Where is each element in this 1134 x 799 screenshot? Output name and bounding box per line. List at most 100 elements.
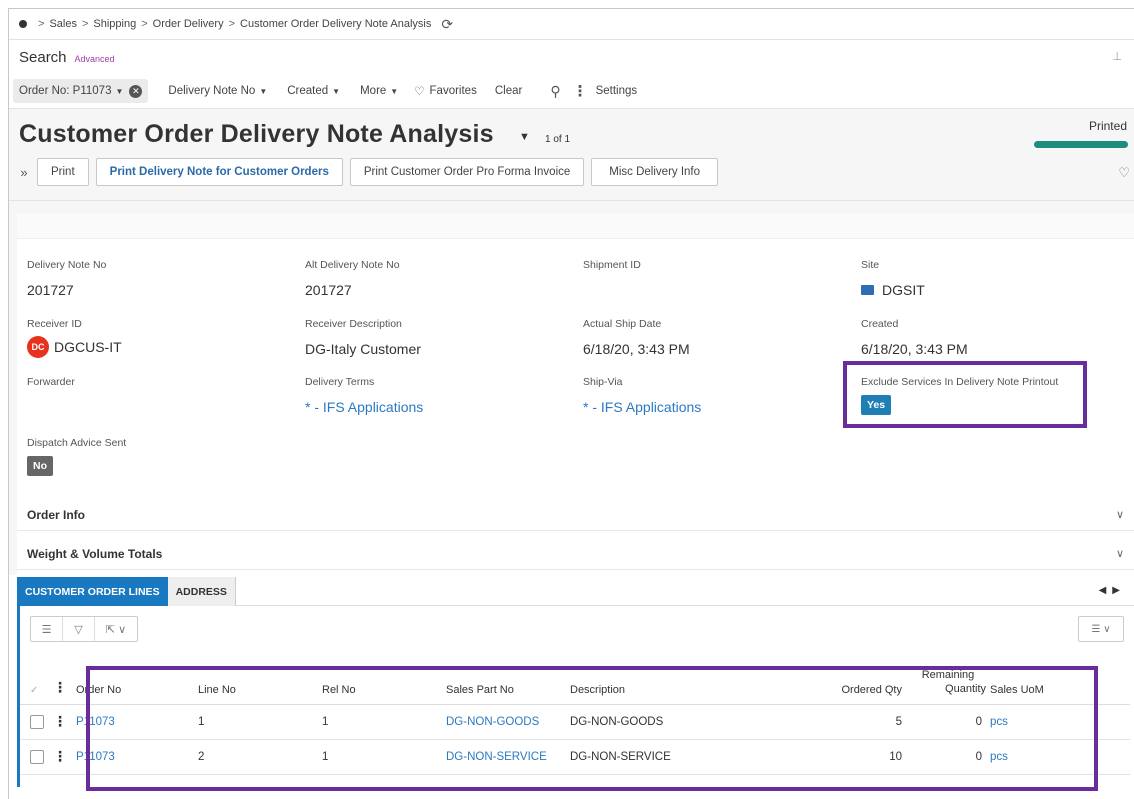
filter-chip-label: Order No: P11073 <box>19 85 112 97</box>
field-value <box>27 398 75 416</box>
field-value: DC DGCUS-IT <box>27 336 122 358</box>
more-options-icon[interactable]: ⋮ <box>573 82 588 100</box>
caret-down-icon[interactable]: ▼ <box>115 87 123 96</box>
shipment-id-field: Shipment ID <box>583 259 641 299</box>
highlight-box <box>843 361 1087 428</box>
field-value: 6/18/20, 3:43 PM <box>861 341 968 357</box>
ship-via-link[interactable]: * - IFS Applications <box>583 398 701 416</box>
field-label: Ship-Via <box>583 376 623 388</box>
select-all-checkbox[interactable]: ✓ <box>20 662 44 705</box>
chevron-right-icon: > <box>141 18 148 30</box>
print-pro-forma-button[interactable]: Print Customer Order Pro Forma Invoice <box>349 158 585 186</box>
alt-delivery-note-no-field: Alt Delivery Note No 201727 <box>305 259 400 299</box>
favorites-button[interactable]: ♡ Favorites <box>414 84 477 98</box>
search-icon[interactable]: ⚲ <box>550 83 560 100</box>
site-field: Site DGSIT <box>861 259 925 299</box>
order-info-section[interactable]: Order Info ∨ <box>17 499 1134 531</box>
status-progress-bar <box>1034 141 1128 148</box>
settings-label: Settings <box>595 85 638 97</box>
breadcrumb-item-order-delivery[interactable]: Order Delivery <box>153 18 224 30</box>
page-header: Customer Order Delivery Note Analysis ▼ … <box>9 109 1134 201</box>
breadcrumb-item-shipping[interactable]: Shipping <box>93 18 136 30</box>
caret-down-icon: ▼ <box>259 86 268 96</box>
delivery-note-no-field: Delivery Note No 201727 <box>27 259 106 299</box>
avatar: DC <box>27 336 49 358</box>
delivery-note-no-filter[interactable]: Delivery Note No ▼ <box>168 85 267 97</box>
forwarder-field: Forwarder <box>27 376 75 416</box>
tabs-area: CUSTOMER ORDER LINES ADDRESS ◀▶ ☰ ▽ ⇱ ∨ … <box>17 577 1134 791</box>
breadcrumb-item-sales[interactable]: Sales <box>49 18 77 30</box>
breadcrumb: > Sales > Shipping > Order Delivery > Cu… <box>9 9 1134 40</box>
field-value: 201727 <box>305 282 352 298</box>
heart-icon: ♡ <box>414 86 425 98</box>
section-title: Order Info <box>27 507 86 522</box>
field-value: DG-Italy Customer <box>305 341 421 357</box>
field-label: Receiver ID <box>27 318 82 330</box>
created-filter[interactable]: Created ▼ <box>287 85 340 97</box>
pin-icon[interactable]: ⊥ <box>1112 50 1122 63</box>
field-value: 201727 <box>27 282 74 298</box>
filter-icon[interactable]: ▽ <box>63 617 95 641</box>
more-filter[interactable]: More ▼ <box>360 85 398 97</box>
clear-button[interactable]: Clear <box>495 85 522 97</box>
field-label: Delivery Terms <box>305 376 375 388</box>
field-label: Actual Ship Date <box>583 318 662 330</box>
refresh-icon[interactable]: ⟳ <box>441 16 453 33</box>
status-label: Printed <box>1088 119 1127 133</box>
view-options-button[interactable]: ☰ ∨ <box>1078 616 1124 642</box>
ship-via-field: Ship-Via * - IFS Applications <box>583 376 701 416</box>
column-menu-icon[interactable]: ⋮ <box>44 662 76 705</box>
tab-customer-order-lines[interactable]: CUSTOMER ORDER LINES <box>17 577 168 606</box>
weight-volume-section[interactable]: Weight & Volume Totals ∨ <box>17 538 1134 570</box>
grid-toolbar: ☰ ▽ ⇱ ∨ <box>30 616 138 642</box>
field-label: Shipment ID <box>583 259 641 271</box>
delivery-terms-link[interactable]: * - IFS Applications <box>305 398 423 416</box>
chevron-down-icon[interactable]: ∨ <box>1116 508 1124 521</box>
receiver-id-field: Receiver ID DC DGCUS-IT <box>27 318 122 358</box>
home-icon[interactable] <box>19 20 27 28</box>
export-icon[interactable]: ⇱ ∨ <box>95 617 137 641</box>
app-frame: > Sales > Shipping > Order Delivery > Cu… <box>8 8 1134 799</box>
search-label[interactable]: Search <box>19 49 67 66</box>
row-menu-icon[interactable]: ⋮ <box>44 739 76 775</box>
filter-label: More <box>360 85 387 97</box>
title-dropdown-icon[interactable]: ▼ <box>519 131 530 143</box>
print-delivery-note-button[interactable]: Print Delivery Note for Customer Orders <box>95 158 343 186</box>
field-value: DGSIT <box>861 281 925 299</box>
delivery-terms-field: Delivery Terms * - IFS Applications <box>305 376 423 416</box>
actual-ship-date-field: Actual Ship Date 6/18/20, 3:43 PM <box>583 318 690 358</box>
field-label: Site <box>861 259 880 271</box>
row-menu-icon[interactable]: ⋮ <box>44 704 76 740</box>
chevron-right-icon: > <box>81 18 89 30</box>
list-icon[interactable]: ☰ <box>31 617 63 641</box>
advanced-search-link[interactable]: Advanced <box>75 54 115 64</box>
filter-label: Delivery Note No <box>168 85 256 97</box>
clear-chip-icon[interactable]: ✕ <box>129 84 143 98</box>
page-title: Customer Order Delivery Note Analysis <box>19 120 494 148</box>
settings-button[interactable]: Settings <box>596 85 638 97</box>
receiver-id-value: DGCUS-IT <box>54 339 122 355</box>
favorites-label: Favorites <box>429 85 477 97</box>
chevron-down-icon[interactable]: ∨ <box>1116 547 1124 560</box>
highlight-box <box>86 666 1098 791</box>
dispatch-advice-sent-field: Dispatch Advice Sent No <box>27 437 126 476</box>
row-checkbox[interactable] <box>20 704 44 740</box>
misc-delivery-info-button[interactable]: Misc Delivery Info <box>591 158 719 186</box>
favorite-heart-icon[interactable]: ♡ <box>1118 165 1130 181</box>
tab-scroll-arrows[interactable]: ◀▶ <box>1099 585 1126 596</box>
expand-commands-icon[interactable]: » <box>11 165 37 180</box>
site-value: DGSIT <box>882 282 925 298</box>
form-top-strip <box>17 213 1134 239</box>
command-bar: » Print Print Delivery Note for Customer… <box>9 157 725 187</box>
row-checkbox[interactable] <box>20 739 44 775</box>
tab-address[interactable]: ADDRESS <box>167 577 236 606</box>
chevron-right-icon: > <box>38 18 45 30</box>
chevron-right-icon: > <box>228 18 236 30</box>
order-no-filter-chip[interactable]: Order No: P11073 ▼ ✕ <box>13 79 149 103</box>
caret-down-icon: ▼ <box>332 86 341 96</box>
caret-down-icon: ▼ <box>390 86 399 96</box>
field-label: Created <box>861 318 899 330</box>
created-field: Created 6/18/20, 3:43 PM <box>861 318 968 358</box>
section-title: Weight & Volume Totals <box>27 546 163 561</box>
print-button[interactable]: Print <box>37 158 89 186</box>
